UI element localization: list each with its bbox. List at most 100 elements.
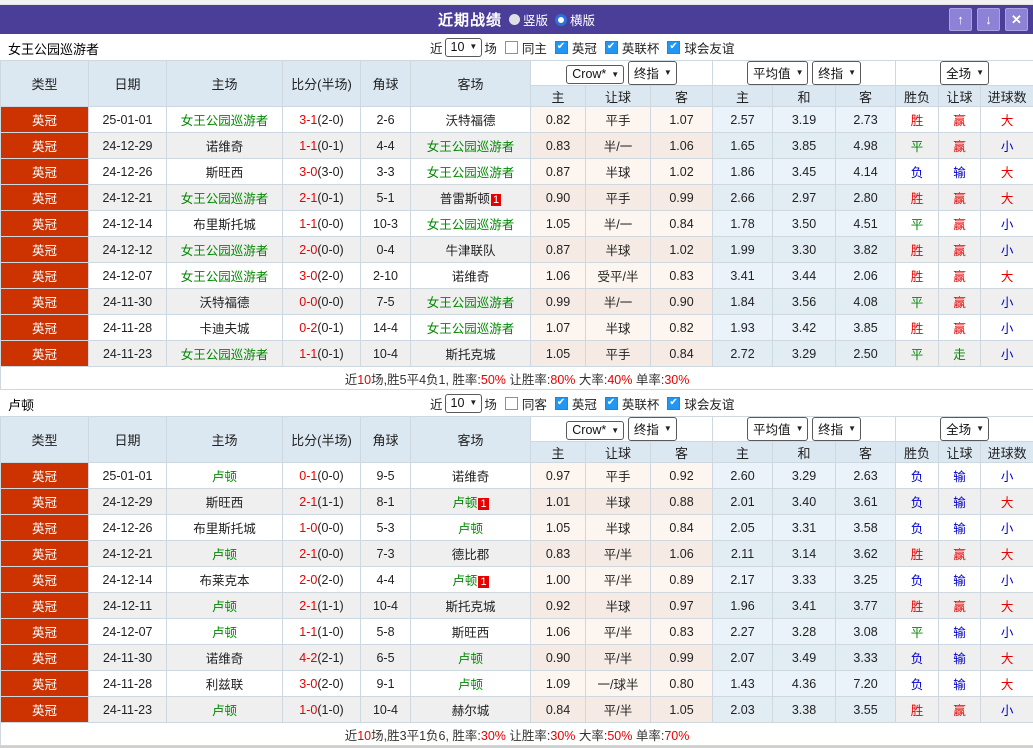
home-team-cell[interactable]: 沃特福德: [167, 289, 283, 315]
away-team-cell[interactable]: 诺维奇: [411, 463, 531, 489]
home-team-cell[interactable]: 布里斯托城: [167, 211, 283, 237]
league-checkbox[interactable]: [555, 41, 568, 54]
match-count-select[interactable]: 10▼: [445, 394, 483, 413]
away-team-cell[interactable]: 卢顿: [411, 515, 531, 541]
odds-source-select[interactable]: Crow*▼: [566, 65, 624, 84]
away-team-cell[interactable]: 牛津联队: [411, 237, 531, 263]
avg-draw-odds-cell: 3.29: [773, 341, 836, 367]
crow-away-odds-cell: 0.97: [651, 593, 713, 619]
avg-source-select[interactable]: 平均值▼: [747, 61, 808, 85]
layout-radio-vertical[interactable]: 竖版: [509, 10, 548, 29]
avg-home-odds-cell: 2.07: [713, 645, 773, 671]
home-team-cell[interactable]: 布里斯托城: [167, 515, 283, 541]
layout-radio-horizontal[interactable]: 横版: [555, 10, 595, 29]
goals-result-cell: 小: [981, 567, 1033, 593]
avg-draw-odds-cell: 3.50: [773, 211, 836, 237]
red-card-badge: 1: [491, 194, 501, 206]
win-lose-result-cell: 平: [896, 619, 939, 645]
home-team-cell[interactable]: 女王公园巡游者: [167, 341, 283, 367]
avg-away-odds-cell: 2.50: [836, 341, 896, 367]
away-team-cell[interactable]: 普雷斯顿1: [411, 185, 531, 211]
away-team-cell[interactable]: 女王公园巡游者: [411, 211, 531, 237]
away-team-cell[interactable]: 斯托克城: [411, 593, 531, 619]
odds-source-select[interactable]: Crow*▼: [566, 421, 624, 440]
home-team-cell[interactable]: 卢顿: [167, 619, 283, 645]
away-team-cell[interactable]: 卢顿1: [411, 567, 531, 593]
crow-away-odds-cell: 1.07: [651, 107, 713, 133]
league-type-cell: 英冠: [1, 515, 89, 541]
home-team-cell[interactable]: 女王公园巡游者: [167, 185, 283, 211]
odds-kind-select[interactable]: 终指▼: [628, 61, 677, 85]
score-cell: 2-1(1-1): [283, 489, 361, 515]
away-team-cell[interactable]: 卢顿1: [411, 489, 531, 515]
recent-results-table-luton: 类型 日期 主场 比分(半场) 角球 客场 Crow*▼ 终指▼ 平均值▼ 终指…: [0, 416, 1033, 746]
home-team-cell[interactable]: 女王公园巡游者: [167, 263, 283, 289]
home-team-cell[interactable]: 卢顿: [167, 697, 283, 723]
same-venue-checkbox[interactable]: [505, 397, 518, 410]
handicap-result-cell: 赢: [939, 263, 981, 289]
home-team-cell[interactable]: 利兹联: [167, 671, 283, 697]
home-team-cell[interactable]: 卡迪夫城: [167, 315, 283, 341]
chevron-down-icon: ▼: [796, 424, 804, 433]
away-team-cell[interactable]: 女王公园巡游者: [411, 315, 531, 341]
corners-cell: 5-1: [361, 185, 411, 211]
away-team-cell[interactable]: 卢顿: [411, 671, 531, 697]
avg-source-select[interactable]: 平均值▼: [747, 417, 808, 441]
home-team-cell[interactable]: 卢顿: [167, 541, 283, 567]
crow-home-odds-cell: 0.83: [531, 133, 586, 159]
league-checkbox[interactable]: [555, 397, 568, 410]
crow-home-odds-cell: 1.05: [531, 341, 586, 367]
home-team-cell[interactable]: 斯旺西: [167, 159, 283, 185]
win-lose-result-cell: 平: [896, 211, 939, 237]
home-team-cell[interactable]: 女王公园巡游者: [167, 237, 283, 263]
league-cup-checkbox[interactable]: [605, 397, 618, 410]
home-team-cell[interactable]: 女王公园巡游者: [167, 107, 283, 133]
away-team-cell[interactable]: 沃特福德: [411, 107, 531, 133]
friendly-checkbox[interactable]: [667, 41, 680, 54]
home-team-cell[interactable]: 布莱克本: [167, 567, 283, 593]
handicap-result-cell: 输: [939, 463, 981, 489]
radio-horizontal-icon[interactable]: [555, 14, 567, 26]
home-team-cell[interactable]: 斯旺西: [167, 489, 283, 515]
table-row: 英冠 24-11-28 卡迪夫城 0-2(0-1) 14-4 女王公园巡游者 1…: [1, 315, 1033, 341]
same-venue-checkbox[interactable]: [505, 41, 518, 54]
away-team-cell[interactable]: 女王公园巡游者: [411, 159, 531, 185]
friendly-checkbox[interactable]: [667, 397, 680, 410]
away-team-cell[interactable]: 女王公园巡游者: [411, 289, 531, 315]
away-team-cell[interactable]: 斯托克城: [411, 341, 531, 367]
away-team-cell[interactable]: 卢顿: [411, 645, 531, 671]
close-button[interactable]: ✕: [1005, 8, 1028, 31]
goals-result-cell: 大: [981, 107, 1033, 133]
corners-cell: 0-4: [361, 237, 411, 263]
crow-home-odds-cell: 0.82: [531, 107, 586, 133]
handicap-result-cell: 赢: [939, 593, 981, 619]
goals-result-cell: 小: [981, 463, 1033, 489]
home-team-cell[interactable]: 卢顿: [167, 463, 283, 489]
radio-vertical-icon[interactable]: [509, 14, 520, 25]
match-count-select[interactable]: 10▼: [445, 38, 483, 57]
fulltime-select[interactable]: 全场▼: [940, 417, 989, 441]
move-up-button[interactable]: ↑: [949, 8, 972, 31]
odds-kind-select[interactable]: 终指▼: [628, 417, 677, 441]
goals-result-cell: 小: [981, 341, 1033, 367]
handicap-result-cell: 输: [939, 671, 981, 697]
avg-kind-select[interactable]: 终指▼: [812, 417, 861, 441]
away-team-cell[interactable]: 诺维奇: [411, 263, 531, 289]
fulltime-select[interactable]: 全场▼: [940, 61, 989, 85]
away-team-cell[interactable]: 女王公园巡游者: [411, 133, 531, 159]
crow-home-odds-cell: 1.06: [531, 263, 586, 289]
goals-result-cell: 大: [981, 263, 1033, 289]
league-cup-checkbox[interactable]: [605, 41, 618, 54]
avg-away-odds-cell: 2.80: [836, 185, 896, 211]
home-team-cell[interactable]: 诺维奇: [167, 133, 283, 159]
score-cell: 2-1(0-1): [283, 185, 361, 211]
home-team-cell[interactable]: 诺维奇: [167, 645, 283, 671]
away-team-cell[interactable]: 斯旺西: [411, 619, 531, 645]
move-down-button[interactable]: ↓: [977, 8, 1000, 31]
away-team-cell[interactable]: 赫尔城: [411, 697, 531, 723]
away-team-cell[interactable]: 德比郡: [411, 541, 531, 567]
avg-kind-select[interactable]: 终指▼: [812, 61, 861, 85]
score-cell: 4-2(2-1): [283, 645, 361, 671]
home-team-cell[interactable]: 卢顿: [167, 593, 283, 619]
crow-home-odds-cell: 1.05: [531, 211, 586, 237]
